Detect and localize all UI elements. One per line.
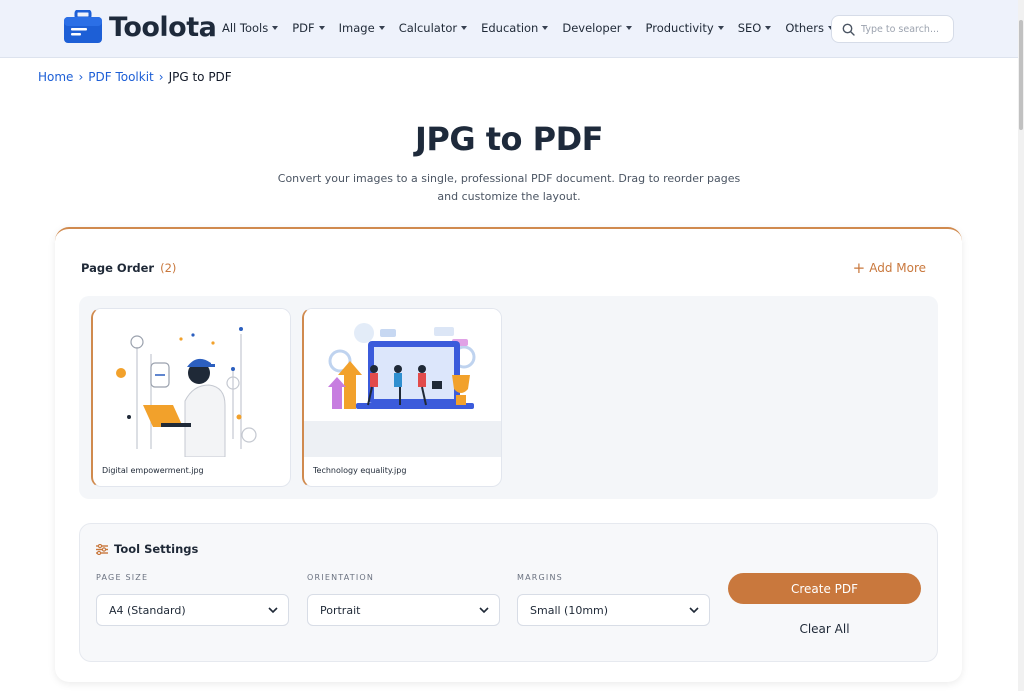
tool-settings-heading: Tool Settings — [96, 542, 198, 556]
search-input[interactable] — [861, 23, 947, 35]
add-more-button[interactable]: + Add More — [852, 259, 926, 277]
toolbox-logo-icon — [63, 9, 103, 44]
nav-calculator[interactable]: Calculator — [398, 21, 468, 35]
breadcrumb-pdf-toolkit[interactable]: PDF Toolkit — [88, 70, 154, 84]
chevron-down-icon — [378, 26, 385, 30]
tool-settings-panel: Tool Settings PAGE SIZE A4 (Standard) OR… — [79, 523, 938, 662]
breadcrumb: Home › PDF Toolkit › JPG to PDF — [38, 70, 232, 84]
page-thumbnail-card[interactable]: Technology equality.jpg — [302, 308, 502, 487]
breadcrumb-current: JPG to PDF — [168, 70, 232, 84]
page-size-label: PAGE SIZE — [96, 573, 149, 582]
chevron-down-icon — [542, 26, 549, 30]
logo-text: Toolota — [109, 11, 217, 43]
nav-image[interactable]: Image — [339, 21, 385, 35]
page-subtitle: Convert your images to a single, profess… — [277, 172, 741, 203]
nav-pdf[interactable]: PDF — [292, 21, 325, 35]
nav-productivity[interactable]: Productivity — [646, 21, 724, 35]
main-nav: All Tools PDF Image Calculator Education… — [222, 21, 848, 35]
page-order-label: Page Order — [81, 261, 155, 275]
chevron-down-icon — [689, 607, 699, 614]
create-pdf-button[interactable]: Create PDF — [728, 573, 921, 604]
nav-education[interactable]: Education — [481, 21, 549, 35]
chevron-down-icon — [625, 26, 632, 30]
page-size-value: A4 (Standard) — [109, 603, 186, 617]
margins-label: MARGINS — [517, 573, 563, 582]
nav-label: All Tools — [222, 21, 269, 35]
top-navbar: Toolota All Tools PDF Image Calculator E… — [0, 0, 1018, 58]
chevron-down-icon — [272, 26, 279, 30]
page-filename: Technology equality.jpg — [313, 466, 407, 475]
chevron-down-icon — [268, 607, 278, 614]
nav-label: SEO — [737, 21, 762, 35]
plus-icon: + — [852, 259, 866, 277]
orientation-select[interactable]: Portrait — [307, 594, 500, 626]
nav-developer[interactable]: Developer — [562, 21, 632, 35]
page-title: JPG to PDF — [414, 120, 604, 158]
nav-seo[interactable]: SEO — [738, 21, 772, 35]
nav-all-tools[interactable]: All Tools — [222, 21, 279, 35]
search-box[interactable] — [831, 15, 954, 43]
nav-label: Image — [338, 21, 375, 35]
site-logo[interactable]: Toolota — [63, 9, 217, 44]
chevron-down-icon — [765, 26, 772, 30]
nav-label: Productivity — [645, 21, 714, 35]
nav-label: Education — [481, 21, 539, 35]
orientation-label: ORIENTATION — [307, 573, 375, 582]
page-list: Digital empowerment.jpg Technology equal… — [79, 296, 938, 499]
chevron-down-icon — [461, 26, 468, 30]
page-scrollbar[interactable] — [1018, 0, 1024, 691]
nav-label: Calculator — [398, 21, 458, 35]
nav-label: PDF — [292, 21, 315, 35]
page-filename: Digital empowerment.jpg — [102, 466, 204, 475]
page-image — [93, 309, 290, 458]
chevron-down-icon — [479, 607, 489, 614]
page-size-select[interactable]: A4 (Standard) — [96, 594, 289, 626]
breadcrumb-home[interactable]: Home — [38, 70, 73, 84]
tool-settings-label: Tool Settings — [114, 542, 199, 556]
chevron-right-icon: › — [158, 70, 164, 84]
add-more-label: Add More — [869, 261, 926, 275]
nav-label: Developer — [562, 21, 622, 35]
chevron-right-icon: › — [78, 70, 84, 84]
search-icon — [842, 23, 855, 36]
page-count-badge: (2) — [160, 261, 177, 275]
page-thumbnail-card[interactable]: Digital empowerment.jpg — [91, 308, 291, 487]
page-order-heading: Page Order (2) — [81, 261, 176, 275]
page-image — [304, 309, 501, 457]
scrollbar-thumb[interactable] — [1019, 20, 1023, 130]
margins-select[interactable]: Small (10mm) — [517, 594, 710, 626]
converter-card: Page Order (2) + Add More Digital empowe… — [55, 227, 962, 682]
margins-value: Small (10mm) — [530, 603, 609, 617]
sliders-icon — [96, 543, 108, 555]
nav-others[interactable]: Others — [785, 21, 834, 35]
nav-label: Others — [785, 21, 824, 35]
clear-all-button[interactable]: Clear All — [728, 618, 921, 640]
orientation-value: Portrait — [320, 603, 361, 617]
chevron-down-icon — [717, 26, 724, 30]
chevron-down-icon — [318, 26, 325, 30]
